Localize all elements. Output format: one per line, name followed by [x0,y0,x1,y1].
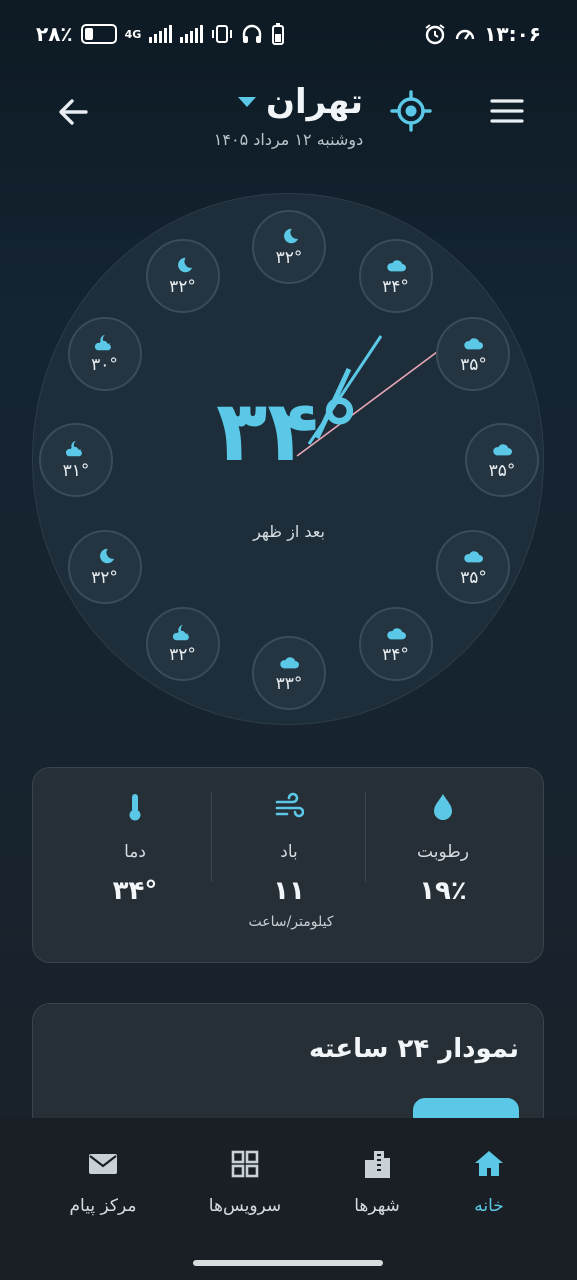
status-time: ۱۳:۰۶ [484,22,541,46]
bottom-nav: خانه شهرها سرویس‌ها مرکز پیام [0,1118,577,1280]
date-label: دوشنبه ۱۲ مرداد ۱۴۰۵ [213,130,364,149]
hour-temp: ۳۲° [169,645,196,666]
hour-marker: ۳۰° [67,316,142,391]
moon-icon [284,228,299,244]
battery-percent: ۲۸٪ [36,22,73,46]
cloud-icon [464,550,484,562]
nav-home-label: خانه [474,1196,504,1216]
divider [211,792,212,882]
moon-cloud-icon [94,334,111,350]
nav-cities[interactable]: شهرها [317,1148,437,1216]
cloud-icon [493,444,512,456]
current-temperature: ۳۴° [216,382,363,480]
droplet-icon [434,794,452,820]
cloud-icon [386,259,406,271]
hour-marker: ۳۲° [252,210,326,284]
humidity-value: ۱۹٪ [419,876,467,906]
chart-title: نمودار ۲۴ ساعته [308,1034,519,1064]
divider [365,792,366,882]
moon-icon [99,548,114,563]
wind-value: ۱۱ [273,876,305,906]
hour-marker: ۳۱° [39,423,113,497]
cloud-icon [280,657,299,669]
wind-metric: باد ۱۱ [214,792,364,906]
hour-temp: ۳۲° [275,248,303,268]
metrics-card: دما ۳۴° باد ۱۱ رطوبت ۱۹٪ کیلومتر/ساعت [32,767,544,963]
temperature-metric: دما ۳۴° [60,792,210,906]
hourly-clock: ۳۴° بعد از ظهر ۳۲° ۳۴° ۳۵° ۳۵° ۳۵° ۳۴° ۳۳° ۳۲° ۳… [32,193,544,725]
network-type: 4G [124,27,142,41]
hour-temp: ۳۵° [460,354,487,375]
hour-marker: ۳۵° [465,423,539,497]
hour-temp: ۳۲° [91,567,118,588]
hour-marker: ۳۴° [358,607,433,682]
cloud-icon [386,628,406,640]
nav-home[interactable]: خانه [429,1148,549,1216]
hour-temp: ۳۵° [460,567,487,588]
menu-icon[interactable] [489,94,525,128]
signal-icon-2 [180,25,204,43]
status-bar: ۲۸٪ 4G ۱۳:۰۶ [0,0,577,70]
humidity-metric: رطوبت ۱۹٪ [368,792,518,906]
city-selector[interactable]: تهران [238,82,363,122]
temperature-value: ۳۴° [112,876,158,906]
moon-cloud-icon [172,625,189,641]
speed-icon [455,29,475,40]
hour-marker: ۳۵° [436,316,511,391]
mail-icon [89,1154,117,1174]
battery-icon [80,24,117,44]
wind-unit: کیلومتر/ساعت [248,914,334,930]
hour-marker: ۳۲° [67,529,142,604]
hour-temp: ۳۳° [275,674,303,694]
moon-cloud-icon [65,440,82,457]
status-right: ۱۳:۰۶ [424,22,541,46]
back-arrow-icon[interactable] [52,92,96,132]
wind-label: باد [280,842,298,862]
hour-marker: ۳۲° [145,238,220,313]
nav-messages-label: مرکز پیام [69,1196,137,1216]
signal-icon [149,25,173,43]
humidity-label: رطوبت [417,842,469,862]
hour-temp: ۳۲° [169,276,196,297]
status-left: ۲۸٪ 4G [36,22,285,46]
hour-temp: ۳۵° [488,461,516,481]
hour-temp: ۳۰° [91,354,118,375]
nav-services[interactable]: سرویس‌ها [185,1148,305,1216]
header: تهران دوشنبه ۱۲ مرداد ۱۴۰۵ [0,80,577,160]
home-icon [475,1151,503,1176]
hour-temp: ۳۴° [382,645,409,666]
hour-marker: ۳۳° [252,636,326,710]
temperature-label: دما [124,842,146,862]
locate-icon[interactable] [390,90,432,132]
wind-icon [275,792,305,818]
home-indicator[interactable] [193,1260,383,1266]
vibrate-icon [212,25,233,43]
nav-cities-label: شهرها [354,1196,400,1216]
nav-messages[interactable]: مرکز پیام [43,1148,163,1216]
nav-services-label: سرویس‌ها [208,1196,282,1216]
cloud-icon [464,337,484,349]
hour-marker: ۳۵° [436,529,511,604]
hour-marker: ۳۴° [358,238,433,313]
hour-marker: ۳۲° [145,607,220,682]
moon-icon [177,257,192,272]
city-name[interactable]: تهران [266,82,363,122]
hour-temp: ۳۴° [382,276,409,297]
hour-temp: ۳۱° [62,461,90,481]
alarm-icon [425,24,445,45]
thermometer-icon [129,794,141,821]
grid-icon [231,1150,259,1178]
headphones-icon [243,24,262,43]
buildings-icon [365,1151,390,1178]
dropdown-icon[interactable] [238,97,256,107]
battery-saver-icon [272,23,285,45]
